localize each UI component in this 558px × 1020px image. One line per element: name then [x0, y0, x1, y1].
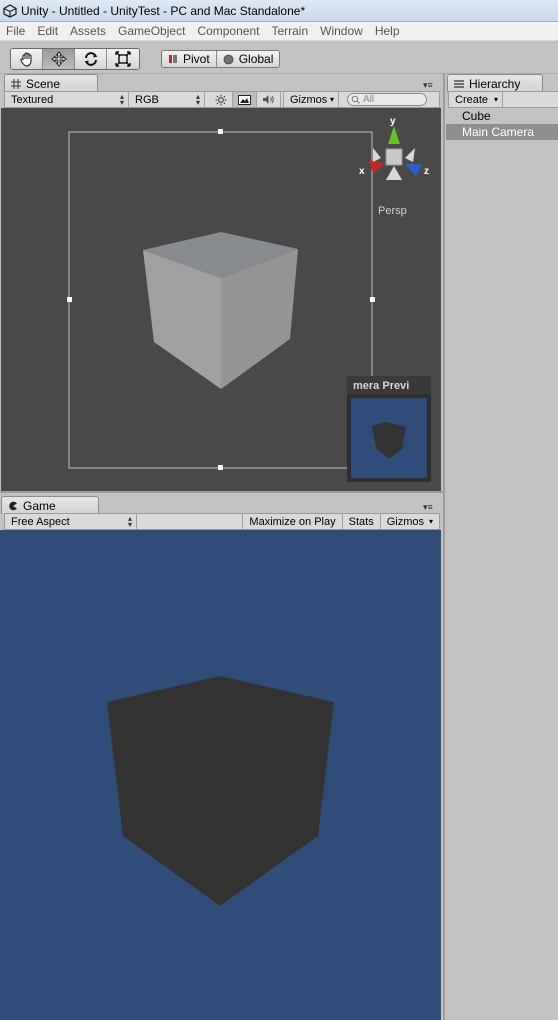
game-toolbar: Free Aspect ▴ ▾ Maximize on Play Stats Gi… [4, 513, 440, 530]
transform-tools [10, 48, 140, 70]
render-mode-value: Textured [11, 93, 54, 106]
search-icon [351, 95, 360, 104]
rotate-icon [84, 52, 97, 66]
hierarchy-list: Cube Main Camera [446, 108, 558, 140]
panel-divider[interactable] [0, 491, 443, 493]
scene-toolbar: Textured ▴ ▾ RGB ▴ ▾ Gizmos ▾ All [4, 91, 440, 108]
speaker-icon [263, 95, 274, 104]
axis-z-label: z [424, 166, 429, 177]
hierarchy-divider[interactable] [443, 74, 445, 1020]
game-gizmos-dropdown[interactable]: Gizmos ▾ [379, 514, 439, 529]
window-title: Unity - Untitled - UnityTest - PC and Ma… [21, 3, 306, 18]
game-panel-menu-icon[interactable]: ▾≡ [423, 502, 433, 513]
window-title-bar: Unity - Untitled - UnityTest - PC and Ma… [0, 0, 558, 22]
frustum-handle[interactable] [218, 465, 223, 470]
axis-x-label: x [359, 166, 365, 177]
pivot-icon [169, 55, 177, 63]
projection-label[interactable]: Persp [378, 205, 407, 217]
search-placeholder: All [363, 94, 375, 105]
cube-object[interactable] [143, 232, 298, 389]
orientation-gizmo[interactable] [369, 126, 422, 180]
hierarchy-tab-label: Hierarchy [469, 76, 521, 91]
menu-file[interactable]: File [0, 22, 31, 41]
scene-fx-toggle[interactable] [233, 92, 257, 107]
channel-dropdown[interactable]: RGB ▴ ▾ [129, 92, 205, 107]
menu-gameobject[interactable]: GameObject [112, 22, 191, 41]
globe-icon [223, 54, 234, 64]
render-mode-dropdown[interactable]: Textured ▴ ▾ [5, 92, 129, 107]
create-dropdown[interactable]: Create ▾ [449, 92, 503, 107]
camera-preview-window: mera Previ [347, 376, 431, 482]
scene-canvas: y x z Persp mera Previ [67, 116, 431, 482]
global-label: Global [238, 52, 274, 66]
aspect-value: Free Aspect [11, 515, 70, 528]
tab-game[interactable]: Game [1, 496, 99, 514]
global-toggle[interactable]: Global [216, 51, 280, 67]
tab-scene[interactable]: Scene [4, 74, 98, 92]
updown-arrows-icon: ▴ ▾ [127, 513, 132, 529]
tab-hierarchy[interactable]: Hierarchy [447, 74, 543, 92]
audio-toggle[interactable] [257, 92, 281, 107]
pivot-label: Pivot [183, 52, 210, 66]
chevron-down-icon: ▾ [329, 95, 334, 104]
hand-icon [19, 52, 31, 67]
scene-gizmos-label: Gizmos [290, 93, 328, 106]
pivot-global-group: Pivot Global [161, 50, 281, 68]
scene-search-input[interactable]: All [347, 93, 427, 106]
chevron-down-icon: ▾ [493, 95, 498, 104]
game-canvas [107, 676, 334, 906]
menu-edit[interactable]: Edit [31, 22, 64, 41]
stats-label: Stats [348, 515, 374, 528]
unity-logo-icon [3, 3, 17, 18]
image-icon [238, 94, 251, 105]
scale-tool-button[interactable] [107, 49, 139, 69]
hierarchy-toolbar: Create ▾ [448, 91, 558, 108]
updown-arrows-icon: ▴ ▾ [119, 91, 124, 107]
frustum-handle[interactable] [370, 297, 375, 302]
chevron-down-icon: ▾ [428, 517, 433, 526]
move-arrows-icon [50, 51, 67, 67]
menu-help[interactable]: Help [369, 22, 406, 41]
menu-assets[interactable]: Assets [64, 22, 112, 41]
aspect-dropdown[interactable]: Free Aspect ▴ ▾ [5, 514, 137, 529]
lighting-toggle[interactable] [209, 92, 233, 107]
scene-panel-menu-icon[interactable]: ▾≡ [423, 80, 433, 91]
game-gizmos-label: Gizmos [386, 515, 424, 528]
scene-viewport[interactable]: y x z Persp mera Previ [1, 108, 441, 491]
menu-terrain[interactable]: Terrain [265, 22, 314, 41]
scale-icon [115, 51, 131, 67]
scene-grid-icon [11, 78, 21, 89]
menu-bar: File Edit Assets GameObject Component Te… [0, 22, 558, 41]
frustum-handle[interactable] [67, 297, 72, 302]
camera-preview-title: mera Previ [353, 380, 409, 392]
pacman-icon [9, 501, 17, 510]
hierarchy-item-main-camera[interactable]: Main Camera [446, 124, 558, 140]
hand-tool-button[interactable] [11, 49, 43, 69]
scene-gizmos-dropdown[interactable]: Gizmos ▾ [283, 92, 339, 107]
axis-y-label: y [390, 116, 396, 127]
frustum-handle[interactable] [218, 129, 223, 134]
stats-toggle[interactable]: Stats [341, 514, 380, 529]
create-label: Create [455, 93, 489, 106]
maximize-label: Maximize on Play [249, 515, 336, 528]
game-viewport[interactable] [0, 530, 441, 1020]
rotate-tool-button[interactable] [75, 49, 107, 69]
menu-component[interactable]: Component [191, 22, 265, 41]
scene-tab-label: Scene [26, 76, 61, 91]
updown-arrows-icon: ▴ ▾ [195, 91, 200, 107]
maximize-on-play-toggle[interactable]: Maximize on Play [242, 514, 341, 529]
menu-window[interactable]: Window [314, 22, 369, 41]
channel-value: RGB [135, 93, 159, 106]
move-tool-button[interactable] [43, 49, 75, 69]
game-tab-label: Game [23, 498, 56, 513]
sun-icon [215, 94, 226, 105]
hierarchy-item-cube[interactable]: Cube [446, 108, 558, 124]
list-icon [454, 79, 464, 88]
game-cube [107, 676, 334, 906]
pivot-toggle[interactable]: Pivot [162, 51, 217, 67]
